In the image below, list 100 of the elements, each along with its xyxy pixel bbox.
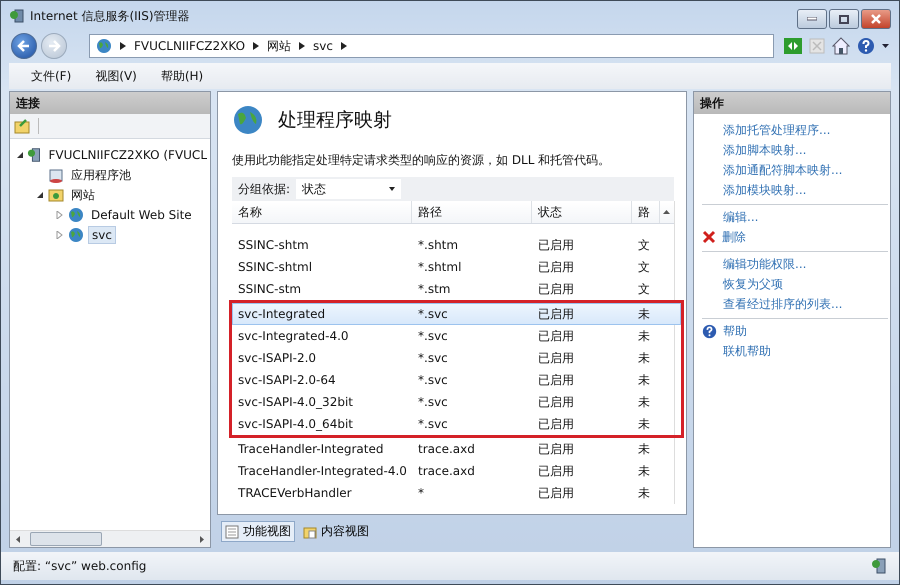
group-by-label: 分组依据:: [238, 180, 290, 198]
panel-header: 操作: [694, 92, 890, 114]
chevron-icon: [120, 42, 126, 50]
menu-item[interactable]: 文件(F): [31, 68, 72, 84]
column-header[interactable]: 名称: [232, 201, 412, 223]
globe-icon: [232, 104, 264, 136]
close-icon: [870, 14, 882, 24]
folder-icon: [48, 187, 64, 203]
address-bar[interactable]: FVUCLNIIFCZ2XKO 网站 svc: [89, 34, 774, 58]
table-cell-text: trace.axd: [417, 442, 476, 456]
back-button[interactable]: [11, 33, 37, 59]
expander-icon[interactable]: [36, 191, 44, 199]
view-tab[interactable]: 功能视图: [221, 521, 295, 542]
tree-item[interactable]: 网站: [68, 186, 98, 204]
action-link[interactable]: 添加通配符脚本映射...: [723, 162, 842, 178]
feature-description: 使用此功能指定处理特定请求类型的响应的资源，如 DLL 和托管代码。: [232, 152, 612, 169]
table-cell-text: 已启用: [537, 416, 575, 432]
breadcrumb[interactable]: svc: [313, 39, 333, 53]
table-cell-text: 已启用: [537, 484, 575, 502]
table-cell-text: 已启用: [537, 306, 575, 322]
table-cell-text: *.svc: [417, 351, 449, 365]
close-button[interactable]: [861, 9, 891, 29]
table-cell-text: 未: [637, 350, 651, 366]
refresh-icon[interactable]: [784, 38, 802, 54]
column-header[interactable]: 状态: [532, 201, 632, 223]
table-cell-text: 未: [637, 462, 651, 480]
action-link[interactable]: 帮助: [723, 322, 747, 340]
tree-item[interactable]: svc: [88, 226, 116, 244]
scroll-right-icon[interactable]: [200, 536, 204, 542]
selected-row[interactable]: svc-Integrated *.svc 已启用 未: [232, 303, 681, 325]
help-icon[interactable]: [857, 37, 875, 55]
chevron-icon: [340, 42, 347, 50]
home-icon[interactable]: [832, 37, 850, 55]
list-icon: [225, 524, 239, 538]
server-icon: [871, 558, 887, 574]
help-icon: [702, 324, 717, 338]
table-cell-text: svc-Integrated: [237, 307, 326, 321]
left-arrow-icon: [17, 39, 31, 53]
delete-icon: [702, 230, 716, 244]
tree-item[interactable]: Default Web Site: [88, 207, 195, 223]
globe-icon: [68, 207, 84, 223]
table-cell-text: 未: [637, 306, 651, 322]
table-cell-text: 文: [637, 280, 651, 298]
table-cell-text: svc-ISAPI-4.0_32bit: [237, 395, 354, 409]
chevron-icon: [253, 42, 260, 50]
table-cell-text: 已启用: [537, 236, 575, 254]
action-link[interactable]: 添加模块映射...: [723, 182, 806, 198]
table-cell-text: 已启用: [537, 462, 575, 480]
action-link[interactable]: 联机帮助: [723, 342, 771, 360]
action-link[interactable]: 删除: [722, 228, 746, 246]
table-cell-text: 未: [637, 484, 651, 502]
table-cell-text: *.shtm: [417, 238, 460, 252]
maximize-icon: [839, 14, 849, 24]
table-cell-text: 未: [637, 328, 651, 344]
globe-icon: [68, 227, 84, 243]
table-cell-text: 已启用: [537, 258, 575, 276]
table-cell-text: *.shtml: [417, 260, 462, 274]
dropdown-icon: [389, 187, 396, 191]
column-header[interactable]: 路: [632, 201, 660, 223]
table-cell-text: svc-ISAPI-2.0: [237, 351, 318, 365]
table-cell-text: 未: [637, 372, 651, 388]
expander-icon[interactable]: [16, 151, 24, 159]
table-cell-text: svc-ISAPI-2.0-64: [237, 373, 337, 387]
action-link[interactable]: 编辑功能权限...: [723, 256, 806, 272]
table-cell-text: SSINC-stm: [237, 282, 302, 296]
scroll-left-icon[interactable]: [16, 536, 20, 542]
table-cell-text: TraceHandler-Integrated-4.0: [237, 464, 408, 478]
table-cell-text: svc-ISAPI-4.0_64bit: [237, 417, 354, 431]
scroll-up-icon[interactable]: [663, 210, 670, 214]
panel-header: 连接: [10, 92, 210, 114]
feature-title: 处理程序映射: [278, 108, 392, 133]
table-cell-text: 文: [637, 258, 651, 276]
status-text: 配置: “svc” web.config: [13, 558, 146, 574]
column-header[interactable]: 路径: [412, 201, 532, 223]
connect-icon[interactable]: [14, 118, 30, 134]
tree-item[interactable]: 应用程序池: [68, 166, 134, 184]
right-arrow-icon: [47, 39, 61, 53]
action-link[interactable]: 添加脚本映射...: [723, 142, 806, 158]
breadcrumb[interactable]: FVUCLNIIFCZ2XKO: [134, 39, 246, 53]
action-link[interactable]: 查看经过排序的列表...: [723, 296, 842, 312]
action-link[interactable]: 编辑...: [723, 208, 758, 226]
menu-item[interactable]: 视图(V): [95, 68, 137, 84]
table-cell-text: TRACEVerbHandler: [237, 486, 353, 500]
action-link[interactable]: 添加托管处理程序...: [723, 122, 830, 138]
app-icon: [9, 8, 25, 24]
table-cell-text: *.svc: [417, 373, 449, 387]
maximize-button[interactable]: [829, 9, 859, 29]
menu-item[interactable]: 帮助(H): [160, 68, 204, 84]
action-link[interactable]: 恢复为父项: [723, 276, 783, 292]
breadcrumb[interactable]: 网站: [267, 38, 292, 54]
table-cell-text: 未: [637, 416, 651, 432]
dropdown-icon[interactable]: [882, 44, 889, 48]
group-by-dropdown[interactable]: 状态: [296, 179, 402, 199]
table-cell-text: 已启用: [537, 350, 575, 366]
horizontal-scrollbar[interactable]: [10, 530, 210, 547]
minimize-button[interactable]: [797, 9, 827, 29]
table-cell-text: 已启用: [537, 394, 575, 410]
tree-item[interactable]: FVUCLNIIFCZ2XKO (FVUCL: [46, 147, 210, 163]
table-cell-text: *.stm: [417, 282, 452, 296]
view-tab[interactable]: 内容视图: [299, 521, 373, 542]
